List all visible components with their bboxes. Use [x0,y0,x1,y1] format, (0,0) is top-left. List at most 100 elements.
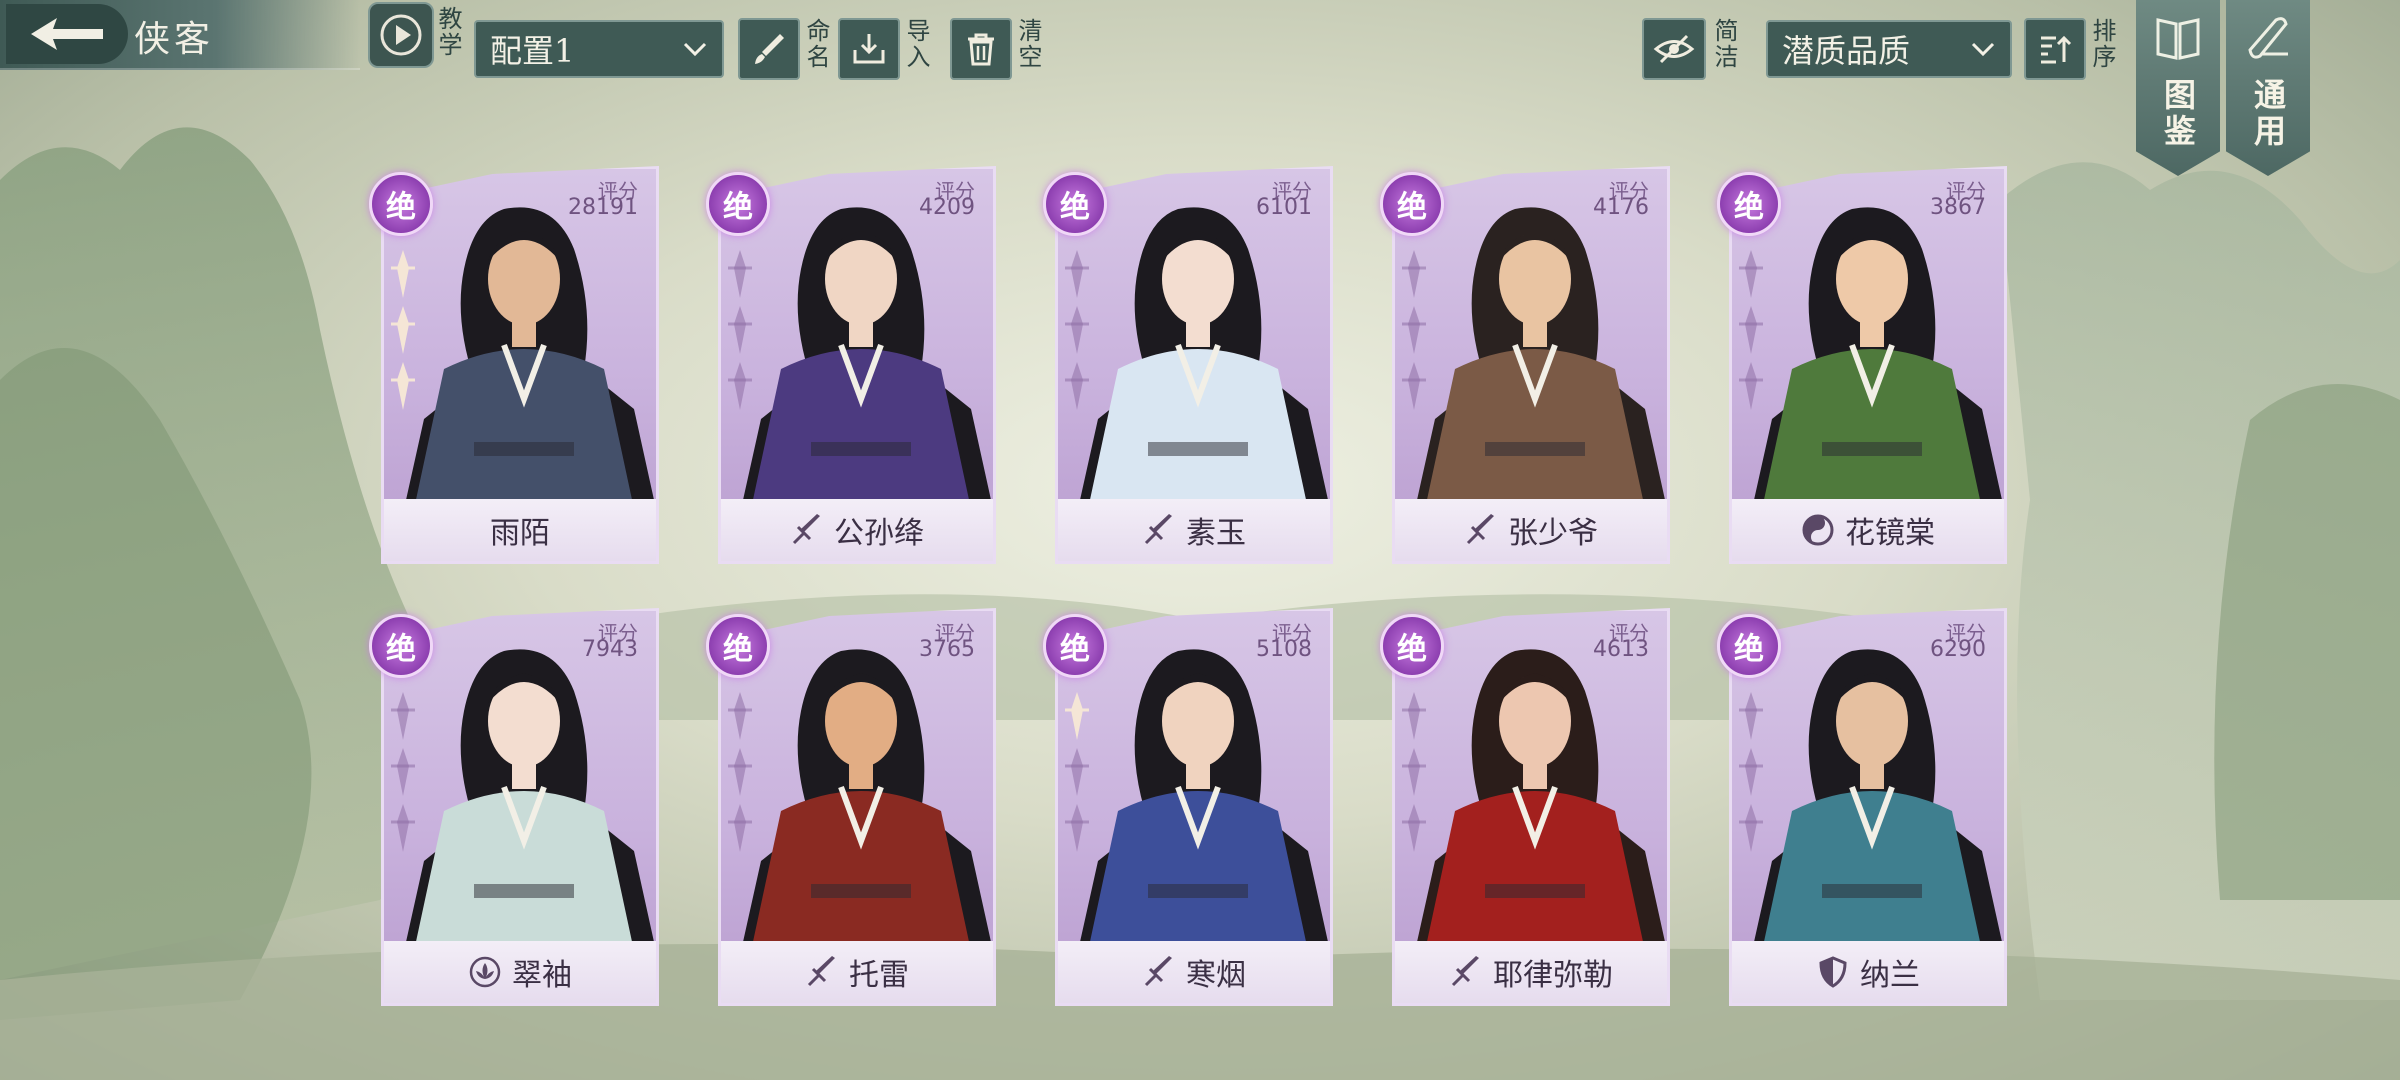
shield-icon [1816,955,1850,989]
simple-mode-label: 简洁 [1710,18,1738,70]
star-track [383,246,423,414]
hero-name: 耶律弥勒 [1493,958,1613,993]
star-slot-icon [1065,804,1089,852]
star-track [1394,246,1434,414]
star-slot-icon [391,250,415,298]
hero-name: 翠袖 [512,958,572,993]
star-slot-icon [1739,692,1763,740]
back-button[interactable] [6,4,128,64]
star-slot-icon [1065,306,1089,354]
star-track [383,688,423,856]
title-plate: 侠客 [0,0,360,70]
rank-badge: 绝 [369,614,433,678]
star-slot-icon [1402,804,1426,852]
tutorial-label: 教学 [434,6,462,58]
hero-name: 雨陌 [490,516,550,551]
hero-card[interactable]: 评分 28191 雨陌绝 [369,160,665,570]
clear-button[interactable]: 清空 [950,18,1042,80]
chevron-down-icon [683,42,707,57]
play-icon [380,14,422,56]
star-track [720,246,760,414]
yinyang-icon [1801,513,1835,547]
simple-mode-button[interactable]: 简洁 [1642,18,1742,80]
star-slot-icon [391,748,415,796]
hero-name-bar: 花镜棠 [1732,499,2004,561]
config-select-value: 配置1 [490,32,575,70]
hero-score: 28191 [568,195,638,220]
star-slot-icon [728,692,752,740]
hero-score: 4613 [1593,637,1649,662]
hero-score: 5108 [1256,637,1312,662]
codex-label: 图鉴 [2159,78,2197,150]
hero-score: 7943 [582,637,638,662]
sword-icon [805,955,839,989]
hero-card[interactable]: 评分 7943 翠袖绝 [369,602,665,1012]
hero-card[interactable]: 评分 3765 托雷绝 [706,602,1002,1012]
hero-card[interactable]: 评分 6290 纳兰绝 [1717,602,2013,1012]
star-track [1057,246,1097,414]
hero-name: 素玉 [1186,516,1246,551]
rank-badge: 绝 [1043,614,1107,678]
hero-card[interactable]: 评分 4209 公孙绛绝 [706,160,1002,570]
eye-hidden-icon [1653,34,1695,64]
hero-name-bar: 寒烟 [1058,941,1330,1003]
lotus-icon [468,955,502,989]
sort-select[interactable]: 潜质品质 [1766,20,2012,78]
hero-name-bar: 耶律弥勒 [1395,941,1667,1003]
trash-icon [968,33,994,66]
star-slot-icon [1065,250,1089,298]
hero-name: 花镜棠 [1845,516,1935,551]
book-icon [2156,18,2200,60]
general-button[interactable]: 通用 [2226,0,2310,176]
hero-card[interactable]: 评分 4613 耶律弥勒绝 [1380,602,1676,1012]
sort-button[interactable]: 排序 [2024,18,2116,80]
hero-name-bar: 素玉 [1058,499,1330,561]
sword-icon [1142,955,1176,989]
star-slot-icon [728,804,752,852]
hero-card[interactable]: 评分 4176 张少爷绝 [1380,160,1676,570]
hero-score: 6101 [1256,195,1312,220]
star-slot-icon [391,692,415,740]
hero-score: 3765 [919,637,975,662]
hero-name-bar: 翠袖 [384,941,656,1003]
star-slot-icon [391,804,415,852]
star-slot-icon [391,362,415,410]
star-slot-icon [1402,748,1426,796]
codex-button[interactable]: 图鉴 [2136,0,2220,176]
page-title: 侠客 [134,19,215,60]
star-slot-icon [1402,306,1426,354]
hero-name-bar: 雨陌 [384,499,656,561]
rank-badge: 绝 [1043,172,1107,236]
hero-score: 4209 [919,195,975,220]
star-slot-icon [728,362,752,410]
sword-icon [1449,955,1483,989]
chevron-down-icon [1971,42,1995,57]
star-track [1394,688,1434,856]
tutorial-button[interactable]: 教学 [368,2,462,70]
hero-card[interactable]: 评分 5108 寒烟绝 [1043,602,1339,1012]
hero-card[interactable]: 评分 3867 花镜棠绝 [1717,160,2013,570]
sword-icon [790,513,824,547]
rename-button[interactable]: 命名 [738,18,830,80]
sort-icon [2041,35,2072,64]
rank-badge: 绝 [369,172,433,236]
rank-badge: 绝 [1380,172,1444,236]
hero-name-bar: 公孙绛 [721,499,993,561]
hero-score: 6290 [1930,637,1986,662]
import-button[interactable]: 导入 [838,18,930,80]
brush-icon [755,34,784,64]
sword-icon [1142,513,1176,547]
import-icon [853,34,885,64]
general-label: 通用 [2249,78,2287,150]
config-select[interactable]: 配置1 [474,20,724,78]
rank-badge: 绝 [706,614,770,678]
star-slot-icon [1402,362,1426,410]
hero-score: 4176 [1593,195,1649,220]
star-slot-icon [1065,748,1089,796]
hero-score: 3867 [1930,195,1986,220]
scroll-icon [2248,17,2288,59]
hero-card[interactable]: 评分 6101 素玉绝 [1043,160,1339,570]
star-track [1731,688,1771,856]
hero-name: 托雷 [849,958,909,993]
sword-icon [1464,513,1498,547]
